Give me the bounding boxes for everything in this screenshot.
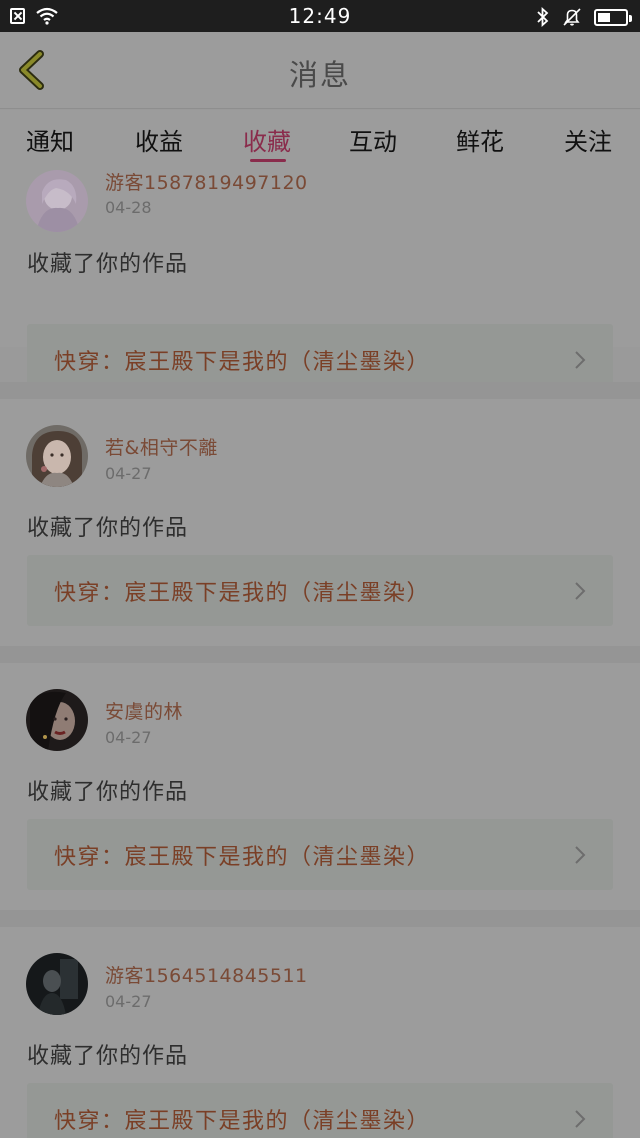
avatar[interactable] — [26, 689, 88, 751]
tab-favorites[interactable]: 收藏 — [227, 122, 307, 157]
avatar[interactable] — [26, 170, 88, 232]
status-bar: 12:49 — [0, 0, 640, 32]
battery-icon — [594, 8, 632, 26]
message-list[interactable]: 游客1587819497120 04-28 收藏了你的作品 快穿：宸王殿下是我的… — [0, 166, 640, 1138]
username[interactable]: 游客1587819497120 — [105, 168, 308, 195]
list-item: 游客1587819497120 04-28 收藏了你的作品 快穿：宸王殿下是我的… — [0, 166, 640, 395]
chevron-right-icon — [575, 846, 586, 864]
tab-bar: 通知 收益 收藏 互动 鲜花 关注 — [0, 110, 640, 166]
action-text: 收藏了你的作品 — [27, 252, 189, 277]
date: 04-27 — [105, 464, 152, 483]
battery-level — [598, 12, 610, 22]
username[interactable]: 游客1564514845511 — [105, 961, 308, 988]
chevron-right-icon — [575, 351, 586, 369]
work-link[interactable]: 快穿：宸王殿下是我的（清尘墨染） — [27, 1083, 613, 1138]
chevron-right-icon — [575, 1110, 586, 1128]
date: 04-27 — [105, 992, 152, 1011]
date: 04-27 — [105, 728, 152, 747]
list-item: 安虞的林 04-27 收藏了你的作品 快穿：宸王殿下是我的（清尘墨染） — [0, 663, 640, 911]
work-title: 快穿：宸王殿下是我的（清尘墨染） — [54, 581, 431, 606]
tab-notifications[interactable]: 通知 — [10, 122, 90, 157]
bluetooth-icon — [537, 7, 549, 27]
work-title: 快穿：宸王殿下是我的（清尘墨染） — [54, 1109, 431, 1134]
tab-flowers[interactable]: 鲜花 — [440, 122, 520, 157]
list-item: 游客1564514845511 04-27 收藏了你的作品 快穿：宸王殿下是我的… — [0, 927, 640, 1138]
card-separator — [0, 910, 640, 927]
page-title: 消息 — [288, 58, 351, 92]
active-tab-indicator — [250, 159, 286, 162]
card-separator — [0, 646, 640, 663]
work-title: 快穿：宸王殿下是我的（清尘墨染） — [54, 845, 431, 870]
avatar[interactable] — [26, 953, 88, 1015]
card-separator — [0, 382, 640, 399]
username[interactable]: 若&相守不離 — [105, 433, 218, 460]
tab-interactions[interactable]: 互动 — [333, 122, 413, 157]
action-text: 收藏了你的作品 — [27, 1044, 189, 1069]
tab-follows[interactable]: 关注 — [548, 122, 628, 157]
action-text: 收藏了你的作品 — [27, 516, 189, 541]
work-link[interactable]: 快穿：宸王殿下是我的（清尘墨染） — [27, 819, 613, 890]
username[interactable]: 安虞的林 — [105, 697, 183, 724]
date: 04-28 — [105, 198, 152, 217]
status-right — [536, 7, 632, 27]
avatar[interactable] — [26, 425, 88, 487]
action-text: 收藏了你的作品 — [27, 780, 189, 805]
mute-bell-icon — [563, 8, 581, 26]
chevron-right-icon — [575, 582, 586, 600]
tab-earnings[interactable]: 收益 — [119, 122, 199, 157]
list-item: 若&相守不離 04-27 收藏了你的作品 快穿：宸王殿下是我的（清尘墨染） — [0, 399, 640, 647]
header-bar: 消息 — [0, 32, 640, 109]
work-link[interactable]: 快穿：宸王殿下是我的（清尘墨染） — [27, 555, 613, 626]
work-title: 快穿：宸王殿下是我的（清尘墨染） — [54, 350, 431, 375]
